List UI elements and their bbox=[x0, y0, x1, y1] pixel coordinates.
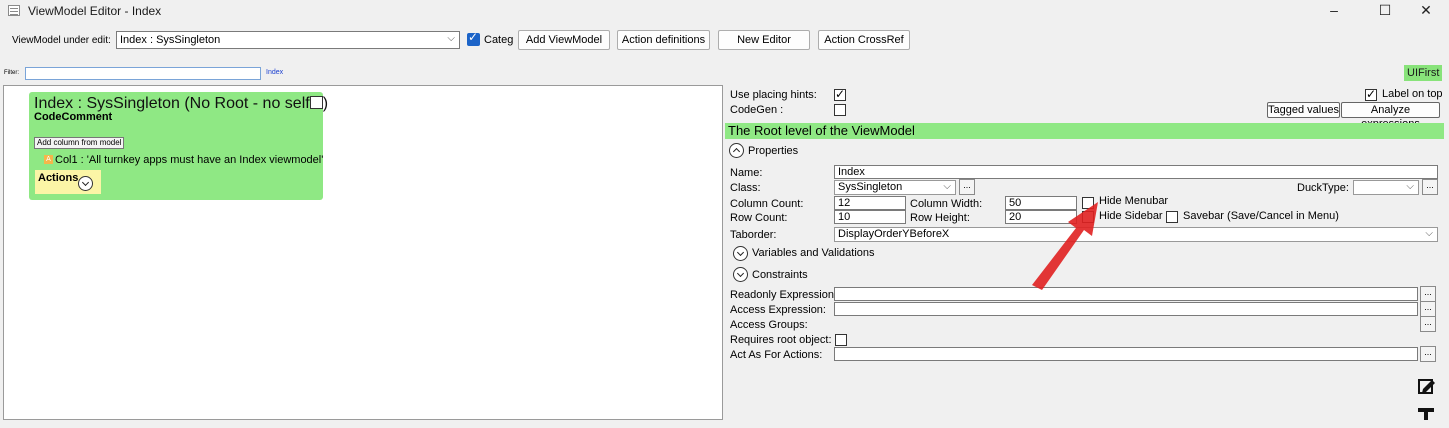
class-select[interactable]: SysSingleton ⌵ bbox=[834, 180, 956, 195]
annotation-arrow-icon bbox=[1032, 202, 1098, 290]
properties-collapse-icon[interactable] bbox=[729, 143, 744, 158]
column-count-label: Column Count: bbox=[730, 198, 804, 210]
class-select-value: SysSingleton bbox=[838, 181, 903, 193]
row-count-value: 10 bbox=[838, 211, 851, 223]
column-count-field[interactable]: 12 bbox=[834, 196, 906, 210]
variables-expand-icon[interactable] bbox=[733, 246, 748, 261]
root-level-header: The Root level of the ViewModel bbox=[725, 123, 1444, 139]
readonly-expression-browse-button[interactable]: ... bbox=[1420, 286, 1436, 302]
new-editor-button[interactable]: New Editor bbox=[718, 30, 810, 50]
column-item[interactable]: Col1 : 'All turnkey apps must have an In… bbox=[55, 154, 323, 166]
chevron-down-icon: ⌵ bbox=[447, 33, 455, 44]
name-field[interactable]: Index bbox=[834, 165, 1438, 179]
chevron-down-icon: ⌵ bbox=[943, 181, 951, 192]
maximize-button[interactable]: ☐ bbox=[1362, 0, 1408, 22]
requires-root-label: Requires root object: bbox=[730, 334, 832, 346]
viewmodel-under-edit-label: ViewModel under edit: bbox=[12, 35, 111, 46]
codegen-checkbox[interactable] bbox=[834, 104, 846, 116]
self-checkbox[interactable] bbox=[309, 96, 323, 109]
use-placing-hints-label: Use placing hints: bbox=[730, 89, 817, 101]
row-height-label: Row Height: bbox=[910, 212, 970, 224]
code-comment: CodeComment bbox=[34, 111, 113, 123]
chevron-down-icon: ⌵ bbox=[1406, 181, 1414, 192]
card-title-text: Index : SysSingleton (No Root - no self bbox=[34, 95, 310, 112]
viewmodel-select[interactable]: Index : SysSingleton ⌵ bbox=[116, 31, 460, 49]
class-label: Class: bbox=[730, 182, 761, 194]
access-groups-label: Access Groups: bbox=[730, 319, 808, 331]
class-browse-button[interactable]: ... bbox=[959, 179, 975, 195]
categ-label: Categ bbox=[484, 34, 514, 46]
row-count-label: Row Count: bbox=[730, 212, 788, 224]
uifirst-badge[interactable]: UIFirst bbox=[1404, 65, 1443, 81]
properties-section-label: Properties bbox=[748, 145, 799, 157]
use-placing-hints-checkbox[interactable] bbox=[834, 87, 846, 101]
name-label: Name: bbox=[730, 167, 763, 179]
action-crossref-button[interactable]: Action CrossRef bbox=[818, 30, 910, 50]
constraints-expand-icon[interactable] bbox=[733, 267, 748, 282]
act-as-for-actions-browse-button[interactable]: ... bbox=[1420, 346, 1436, 362]
add-column-from-model-button[interactable]: Add column from model bbox=[34, 137, 125, 149]
codegen-label: CodeGen : bbox=[730, 104, 784, 116]
app-icon bbox=[8, 5, 20, 16]
edit-icon[interactable] bbox=[1412, 372, 1440, 400]
ducktype-select[interactable]: ⌵ bbox=[1353, 180, 1419, 195]
analyze-expressions-button[interactable]: Analyze expressions bbox=[1341, 102, 1440, 130]
text-tool-icon[interactable] bbox=[1412, 400, 1440, 428]
add-viewmodel-button[interactable]: Add ViewModel bbox=[518, 30, 610, 50]
filter-label: Filter: bbox=[4, 70, 19, 76]
column-width-label: Column Width: bbox=[910, 198, 983, 210]
chevron-down-icon: ⌵ bbox=[1425, 228, 1433, 239]
actions-label: Actions bbox=[38, 172, 79, 184]
filter-hint: Index bbox=[266, 69, 284, 76]
taborder-label: Taborder: bbox=[730, 229, 777, 241]
ducktype-label: DuckType: bbox=[1297, 182, 1349, 194]
taborder-select[interactable]: DisplayOrderYBeforeX ⌵ bbox=[834, 227, 1438, 242]
filter-input[interactable] bbox=[25, 67, 261, 80]
access-groups-browse-button[interactable]: ... bbox=[1420, 316, 1436, 332]
tagged-values-button[interactable]: Tagged values bbox=[1267, 102, 1340, 118]
label-on-top-label: Label on top bbox=[1382, 88, 1443, 100]
name-value: Index bbox=[838, 166, 865, 178]
column-count-value: 12 bbox=[838, 197, 851, 209]
ducktype-browse-button[interactable]: ... bbox=[1422, 179, 1438, 195]
access-expression-browse-button[interactable]: ... bbox=[1420, 301, 1436, 317]
savebar-label: Savebar (Save/Cancel in Menu) bbox=[1183, 210, 1339, 222]
constraints-section-label: Constraints bbox=[752, 269, 808, 281]
access-expression-label: Access Expression: bbox=[730, 304, 826, 316]
label-on-top-checkbox[interactable] bbox=[1365, 87, 1377, 101]
readonly-expression-label: Readonly Expression: bbox=[730, 289, 838, 301]
access-expression-field[interactable] bbox=[834, 302, 1418, 316]
actions-expand-icon[interactable] bbox=[78, 176, 93, 191]
requires-root-checkbox[interactable] bbox=[835, 334, 847, 346]
variables-section-label: Variables and Validations bbox=[752, 247, 875, 259]
viewmodel-select-value: Index : SysSingleton bbox=[120, 34, 221, 46]
act-as-for-actions-field[interactable] bbox=[834, 347, 1418, 361]
minimize-button[interactable]: – bbox=[1311, 0, 1357, 22]
row-count-field[interactable]: 10 bbox=[834, 210, 906, 224]
taborder-select-value: DisplayOrderYBeforeX bbox=[838, 228, 950, 240]
savebar-checkbox[interactable] bbox=[1166, 211, 1178, 223]
close-button[interactable]: ✕ bbox=[1403, 0, 1449, 22]
window-title: ViewModel Editor - Index bbox=[28, 4, 162, 18]
readonly-expression-field[interactable] bbox=[834, 287, 1418, 301]
act-as-for-actions-label: Act As For Actions: bbox=[730, 349, 823, 361]
column-icon: A bbox=[44, 155, 53, 164]
categ-checkbox[interactable] bbox=[467, 30, 480, 46]
card-title-end: ) bbox=[322, 95, 329, 112]
action-definitions-button[interactable]: Action definitions bbox=[617, 30, 710, 50]
title-bar bbox=[0, 0, 1449, 22]
